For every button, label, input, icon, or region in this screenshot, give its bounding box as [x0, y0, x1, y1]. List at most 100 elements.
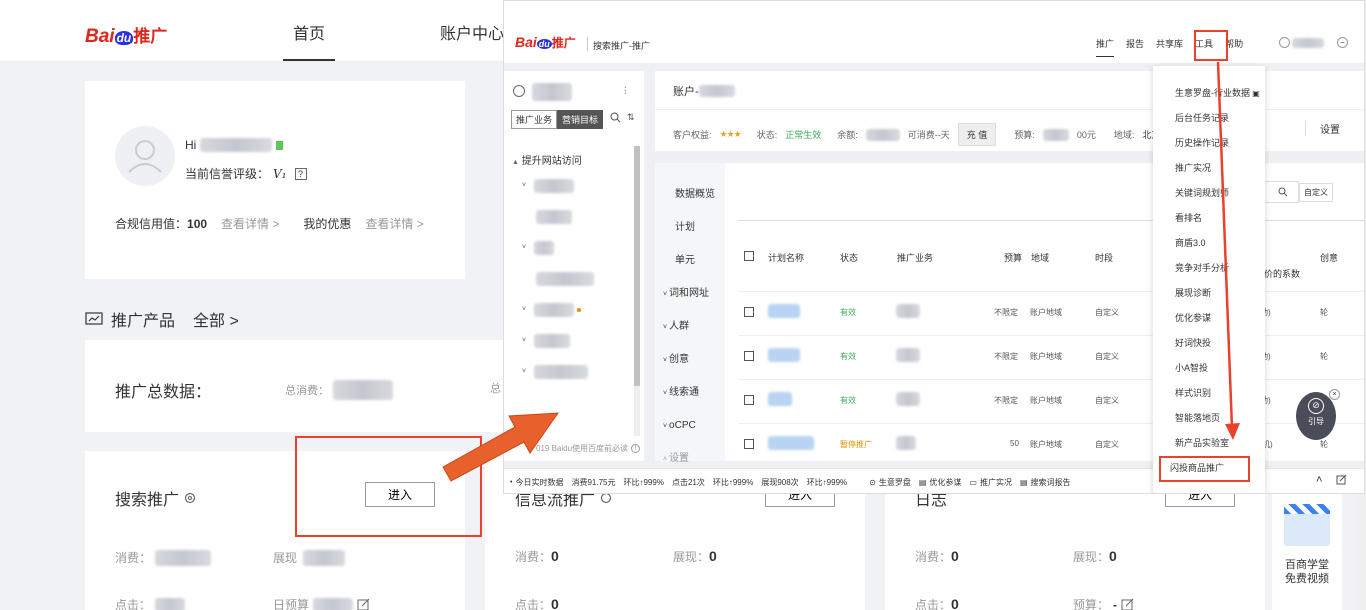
overlay-nav-promo[interactable]: 推广: [1096, 37, 1115, 57]
search-icon[interactable]: [610, 112, 621, 123]
overlay-logout-icon[interactable]: −: [1337, 37, 1348, 48]
menu-bg-tasks[interactable]: 后台任务记录: [1153, 106, 1265, 131]
row-status: 有效: [840, 308, 856, 317]
menu-lab[interactable]: 新产品实验室: [1153, 431, 1265, 456]
school-widget[interactable]: 百商学堂 免费视频: [1272, 494, 1342, 610]
th-creative[interactable]: 创意: [1320, 251, 1338, 264]
nav-audience[interactable]: ˅ 人群: [655, 310, 725, 343]
menu-fast-words[interactable]: 好词快投: [1153, 331, 1265, 356]
tool-search-report[interactable]: ▤ 搜索词报告: [1020, 477, 1071, 488]
third-show-label: 展现：: [1073, 550, 1110, 564]
recharge-button[interactable]: 充 值: [957, 123, 997, 146]
status-value: 正常生效: [785, 130, 822, 140]
menu-biz-compass[interactable]: 生意罗盘-行业数据 ▣: [1153, 81, 1265, 106]
th-business[interactable]: 推广业务: [897, 251, 933, 264]
left-scrollbar[interactable]: [634, 146, 640, 436]
tree-item[interactable]: ˅: [504, 294, 632, 325]
nav-plan[interactable]: 计划: [655, 211, 725, 244]
guide-button[interactable]: ⊘ 引导: [1296, 392, 1336, 440]
table-row[interactable]: 暂停推广 50 账户地域 自定义 计算机) 轮: [738, 424, 1364, 462]
overlay-title: 搜索推广-推广: [593, 41, 650, 51]
menu-competitor[interactable]: 竞争对手分析: [1153, 256, 1265, 281]
menu-shield[interactable]: 商盾3.0: [1153, 231, 1265, 256]
search-click-label: 点击：: [115, 598, 152, 610]
gear-icon: [184, 492, 196, 504]
detail-link-2[interactable]: 查看详情 >: [365, 215, 423, 232]
tree-item[interactable]: ˅: [504, 356, 632, 387]
nav-leads[interactable]: ˅ 线索通: [655, 376, 725, 409]
nav-creative[interactable]: ˅ 创意: [655, 343, 725, 376]
row-region: 账户地域: [1030, 396, 1062, 405]
th-plan-name[interactable]: 计划名称: [768, 251, 804, 264]
nav-account-center[interactable]: 账户中心: [440, 20, 504, 44]
tree-item[interactable]: ˅: [504, 325, 632, 356]
table-row[interactable]: 有效 不限定 账户地域 自定义 移动) 轮: [738, 380, 1364, 424]
tab-promo-business[interactable]: 推广业务: [511, 110, 558, 129]
row-checkbox[interactable]: [744, 307, 754, 317]
close-guide-icon[interactable]: ×: [1329, 389, 1340, 400]
caret-down-icon: ˅: [522, 337, 527, 344]
menu-live[interactable]: 推广实况: [1153, 156, 1265, 181]
row-checkbox[interactable]: [744, 395, 754, 405]
row-region: 账户地域: [1030, 352, 1062, 361]
avatar[interactable]: [115, 126, 175, 186]
detail-link-1[interactable]: 查看详情 >: [221, 215, 279, 232]
nav-unit[interactable]: 单元: [655, 244, 725, 277]
table-search-icon[interactable]: [1278, 187, 1288, 197]
menu-smart-bid[interactable]: 小A智投: [1153, 356, 1265, 381]
tool-live[interactable]: ▭ 推广实况: [969, 477, 1012, 488]
overlay-nav-report[interactable]: 报告: [1126, 37, 1144, 57]
th-region[interactable]: 地域: [1031, 251, 1049, 264]
row-status: 暂停推广: [840, 440, 872, 449]
nav-home[interactable]: 首页: [283, 20, 335, 61]
chevron-up-icon[interactable]: ˄: [1316, 474, 1322, 486]
nav-keywords[interactable]: ˅ 词和网址: [655, 277, 725, 310]
tool-compass[interactable]: ⊙ 生意罗盘: [869, 477, 911, 488]
third-budget-value: -: [1113, 597, 1118, 610]
menu-diagnosis[interactable]: 展现诊断: [1153, 281, 1265, 306]
menu-landing[interactable]: 智能落地页: [1153, 406, 1265, 431]
tool-optimize[interactable]: ▤ 优化参谋: [919, 477, 962, 488]
settings-link[interactable]: 设置: [1305, 121, 1340, 136]
tree-group[interactable]: ▲ 提升网站访问: [512, 152, 582, 167]
tree-item[interactable]: [504, 201, 632, 232]
overlay-nav-shared[interactable]: 共享库: [1156, 37, 1183, 57]
overlay-baidu-logo[interactable]: Bai du 推广: [515, 34, 576, 51]
menu-style[interactable]: 样式识别: [1153, 381, 1265, 406]
collapse-icon[interactable]: ⫶: [624, 86, 627, 97]
th-status[interactable]: 状态: [840, 251, 858, 264]
products-all-link[interactable]: 全部 >: [193, 307, 239, 331]
search-show-label: 展现: [273, 551, 298, 565]
menu-rank[interactable]: 看排名: [1153, 206, 1265, 231]
menu-keyword-planner[interactable]: 关键词规划师: [1153, 181, 1265, 206]
tree-item[interactable]: ˅: [504, 170, 632, 201]
edit-icon[interactable]: [1336, 474, 1347, 485]
paw-icon: du: [114, 31, 134, 45]
tree-item[interactable]: ˅: [504, 232, 632, 263]
nav-data-overview[interactable]: 数据概览: [655, 178, 725, 211]
th-time[interactable]: 时段: [1095, 251, 1113, 264]
menu-optimize[interactable]: 优化参谋: [1153, 306, 1265, 331]
th-coefficient[interactable]: 价的系数: [1264, 267, 1300, 280]
sort-icon[interactable]: ⇅: [627, 112, 635, 123]
overlay-user-icon[interactable]: [1279, 37, 1290, 48]
tab-marketing-goal[interactable]: 营销目标: [557, 110, 604, 129]
th-budget[interactable]: 预算: [1004, 251, 1022, 264]
total-data-card: 推广总数据： 总消费： 总: [85, 340, 505, 432]
tree-item[interactable]: [504, 263, 632, 294]
menu-history[interactable]: 历史操作记录: [1153, 131, 1265, 156]
stat-show: 展现908次: [761, 478, 799, 487]
header-checkbox[interactable]: [744, 251, 754, 261]
info-icon[interactable]: !: [631, 444, 641, 453]
table-row[interactable]: 有效 不限定 账户地域 自定义 移动) 轮: [738, 336, 1364, 380]
tree-group-label: 提升网站访问: [521, 156, 582, 167]
baidu-logo[interactable]: Bai du 推广: [85, 22, 167, 48]
row-checkbox[interactable]: [744, 439, 754, 449]
profile-card: Hi 当前信誉评级： V₁ ? 合规信用值：100 查看详情 > 我的优惠 查看…: [85, 81, 465, 279]
custom-columns-button[interactable]: 自定义: [1299, 183, 1333, 202]
table-row[interactable]: 有效 不限定 账户地域 自定义 移动) 轮: [738, 292, 1364, 336]
nav-ocpc[interactable]: ˅ oCPC: [655, 409, 725, 442]
row-time: 自定义: [1095, 352, 1119, 361]
help-icon[interactable]: ?: [294, 167, 307, 180]
row-checkbox[interactable]: [744, 351, 754, 361]
